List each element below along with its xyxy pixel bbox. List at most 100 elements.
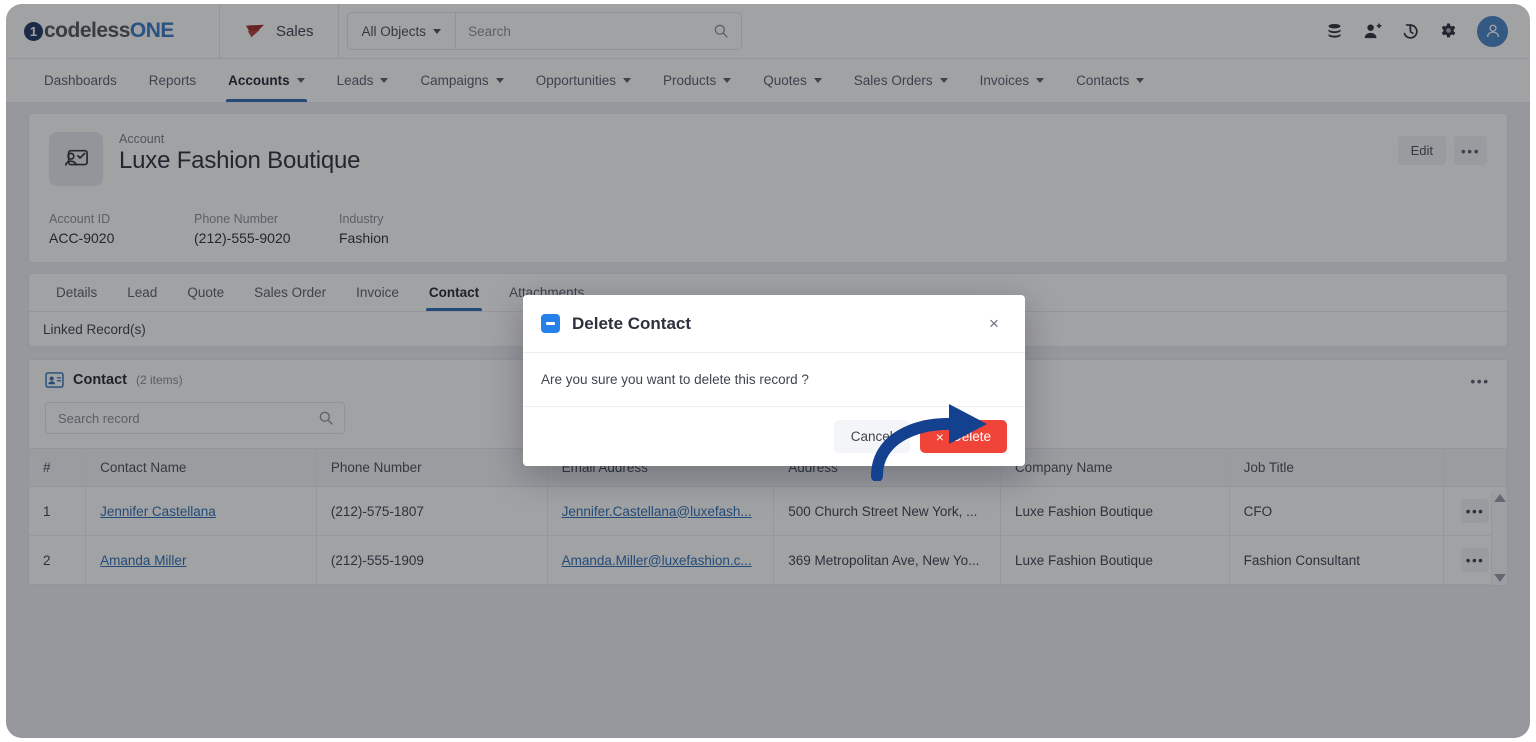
nav-label: Quotes [763,73,807,88]
tab-label: Contact [428,285,480,300]
nav-label: Contacts [1076,73,1130,88]
nav-item-opportunities[interactable]: Opportunities [520,59,647,102]
column-header-contact-name[interactable]: Contact Name [85,448,317,487]
nav-item-contacts[interactable]: Contacts [1060,59,1160,102]
contact-search-box [45,402,345,434]
chevron-down-icon [433,28,442,34]
avatar[interactable] [1477,15,1508,47]
search-icon[interactable] [318,410,334,426]
search-record-input[interactable] [58,410,310,426]
nav-item-sales-orders[interactable]: Sales Orders [838,59,964,102]
record-identity: Account Luxe Fashion Boutique [49,132,1487,186]
field-value: (212)-555-9020 [194,230,291,246]
tab-contact[interactable]: Contact [414,274,494,311]
tab-label: Invoice [356,285,399,300]
nav-item-campaigns[interactable]: Campaigns [404,59,519,102]
field-phone-number: Phone Number (212)-555-9020 [194,212,339,246]
contact-table-wrapper: # Contact Name Phone Number Email Addres… [29,448,1507,585]
chevron-down-icon [495,78,504,83]
database-icon[interactable] [1325,22,1344,41]
cell-job-title: Fashion Consultant [1229,535,1445,585]
dialog-title: Delete Contact [572,313,692,333]
contact-table: # Contact Name Phone Number Email Addres… [29,448,1507,585]
dialog-message: Are you sure you want to delete this rec… [523,353,1025,407]
nav-item-products[interactable]: Products [647,59,747,102]
global-search-bar: All Objects [346,12,742,50]
tab-sales-order[interactable]: Sales Order [239,274,341,311]
record-more-button[interactable]: ••• [1454,136,1487,165]
record-summary-fields: Account ID ACC-9020 Phone Number (212)-5… [49,212,1487,246]
tab-label: Sales Order [254,285,327,300]
row-more-button[interactable]: ••• [1461,548,1490,572]
main-nav: Dashboards Reports Accounts Leads Campai… [6,59,1530,103]
nav-item-invoices[interactable]: Invoices [964,59,1061,102]
cell-index: 1 [29,486,87,536]
logo-codeless-text: codeless [44,19,130,42]
cell-email: Jennifer.Castellana@luxefash... [547,486,775,536]
close-icon[interactable]: × [981,311,1007,337]
contact-card-icon [45,372,64,388]
app-window: 1 codelessONE Sales All Objects Search D… [6,4,1530,738]
app-switcher[interactable]: Sales [220,4,338,59]
top-bar: 1 codelessONE Sales All Objects [6,4,1530,59]
column-header-company[interactable]: Company Name [1000,448,1230,487]
nav-label: Invoices [979,73,1030,88]
contact-list-title: Contact [73,372,127,388]
delete-button[interactable]: × Delete [919,420,1007,453]
contact-name-link[interactable]: Jennifer Castellana [100,504,216,519]
app-switcher-label: Sales [276,22,314,40]
column-header-phone[interactable]: Phone Number [316,448,548,487]
table-row[interactable]: 1 Jennifer Castellana (212)-575-1807 Jen… [29,486,1507,536]
account-avatar [49,132,103,186]
screen: 1 codelessONE Sales All Objects Search D… [0,0,1536,742]
field-industry: Industry Fashion [339,212,484,246]
field-account-id: Account ID ACC-9020 [49,212,194,246]
field-value: Fashion [339,230,389,246]
nav-item-dashboards[interactable]: Dashboards [28,59,133,102]
nav-item-accounts[interactable]: Accounts [212,59,321,102]
column-header-job-title[interactable]: Job Title [1229,448,1445,487]
cell-phone: (212)-575-1807 [316,486,548,536]
chevron-down-icon [939,78,948,83]
user-icon [1486,24,1499,37]
chevron-down-icon [622,78,631,83]
column-header-index[interactable]: # [29,448,87,487]
page-title: Luxe Fashion Boutique [119,147,361,174]
tab-details[interactable]: Details [41,274,112,311]
dialog-footer: Cancel × Delete [523,407,1025,466]
tab-label: Quote [187,285,225,300]
contact-name-link[interactable]: Amanda Miller [100,553,186,568]
tab-lead[interactable]: Lead [112,274,172,311]
edit-button[interactable]: Edit [1397,136,1446,165]
table-row[interactable]: 2 Amanda Miller (212)-555-1909 Amanda.Mi… [29,535,1507,585]
nav-item-leads[interactable]: Leads [321,59,405,102]
email-link[interactable]: Amanda.Miller@luxefashion.c... [562,553,752,568]
cancel-button[interactable]: Cancel [833,420,910,453]
nav-label: Reports [148,73,197,88]
add-user-icon[interactable] [1363,22,1382,41]
row-more-button[interactable]: ••• [1461,499,1490,523]
object-filter-dropdown[interactable]: All Objects [348,13,457,49]
contact-list-count: (2 items) [135,373,183,387]
search-input[interactable] [468,23,713,39]
nav-item-quotes[interactable]: Quotes [747,59,838,102]
nav-label: Dashboards [44,73,117,88]
scroll-up-arrow-icon[interactable] [1493,494,1506,502]
table-vertical-scrollbar[interactable] [1491,491,1507,585]
scroll-down-arrow-icon[interactable] [1493,574,1506,582]
contact-list-more-button[interactable]: ••• [1465,369,1495,393]
email-link[interactable]: Jennifer.Castellana@luxefash... [562,504,752,519]
gear-icon[interactable] [1439,22,1458,41]
nav-item-reports[interactable]: Reports [133,59,212,102]
chevron-down-icon [1036,78,1045,83]
chevron-down-icon [1136,78,1145,83]
tab-invoice[interactable]: Invoice [341,274,414,311]
tab-quote[interactable]: Quote [172,274,239,311]
minus-square-icon [541,314,560,333]
app-logo[interactable]: 1 codelessONE [6,4,219,59]
record-actions: Edit ••• [1397,136,1487,165]
field-label: Industry [339,212,384,226]
history-icon[interactable] [1401,22,1420,41]
delete-button-label: Delete [951,429,991,444]
search-icon[interactable] [713,23,729,39]
